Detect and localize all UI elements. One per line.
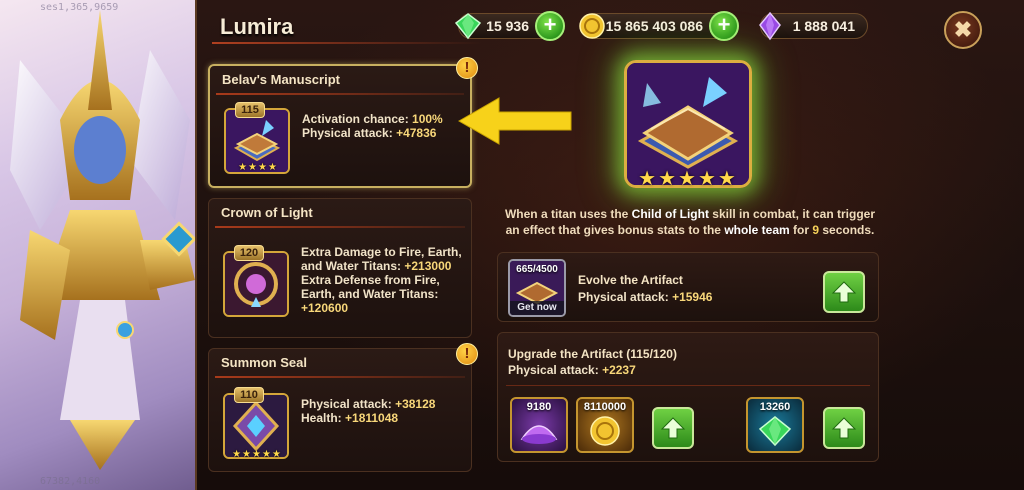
stat-value: +120600 [301, 301, 349, 315]
upgrade-stat: Physical attack: +2237 [508, 363, 636, 377]
stat-label: Physical attack: [508, 363, 603, 377]
artifact-card-crown-of-light[interactable]: Crown of Light 120 Extra Damage to Fire,… [208, 198, 472, 338]
artifact-stats: Physical attack: +38128 Health: +1811048 [301, 397, 435, 425]
add-emeralds-button[interactable]: + [535, 11, 565, 41]
artifact-stats: Extra Damage to Fire, Earth, and Water T… [301, 245, 462, 315]
stat-value: +2237 [602, 363, 636, 377]
purple-crystal-icon [759, 11, 781, 41]
hero-illustration [10, 10, 197, 470]
arrow-up-icon [831, 417, 857, 439]
artifact-title: Belav's Manuscript [222, 72, 340, 87]
artifact-card-belavs-manuscript[interactable]: Belav's Manuscript 115 ★★★★ Activation c… [208, 64, 472, 188]
evolve-section: 665/4500 Get now Evolve the Artifact Phy… [497, 252, 879, 322]
stat-value: +47836 [396, 126, 437, 140]
arrow-up-icon [831, 281, 857, 303]
stat-label: and Water Titans: [301, 259, 405, 273]
arrow-up-icon [660, 417, 686, 439]
hero-top-id: ses1,365,9659 [40, 2, 119, 13]
add-gold-button[interactable]: + [709, 11, 739, 41]
evolve-fragment-slot[interactable]: 665/4500 Get now [508, 259, 566, 317]
level-badge: 120 [234, 245, 264, 261]
upgrade-with-emeralds-button[interactable] [823, 407, 865, 449]
stat-label: Physical attack: [301, 397, 396, 411]
emerald-counter: 15 936 + [454, 11, 565, 41]
upgrade-alert-icon: ! [456, 57, 478, 79]
upgrade-section: Upgrade the Artifact (115/120) Physical … [497, 332, 879, 462]
star-rating: ★★★★★ [232, 449, 282, 460]
gold-resource[interactable]: 8110000 [576, 397, 634, 453]
stat-label: Health: [301, 411, 346, 425]
upgrade-divider [506, 385, 870, 386]
card-divider [216, 93, 464, 95]
close-icon: ✖ [953, 17, 973, 42]
stat-label: Activation chance: [302, 112, 413, 126]
stat-label: Physical attack: [302, 126, 397, 140]
stat-value: +15946 [672, 290, 713, 304]
emerald-resource[interactable]: 13260 [746, 397, 804, 453]
pointer-arrow-icon [457, 97, 572, 145]
get-now-link[interactable]: Get now [510, 301, 564, 315]
level-badge: 115 [235, 102, 265, 118]
star-rating: ★★★★ [238, 162, 278, 173]
upgrade-alert-icon: ! [456, 343, 478, 365]
selected-star-rating: ★★★★★ [638, 168, 738, 190]
emerald-icon [454, 13, 482, 40]
stat-label: Extra Defense from Fire, [301, 273, 440, 287]
desc-team: whole team [724, 223, 790, 237]
resource-count: 13260 [759, 401, 791, 413]
card-divider [215, 376, 465, 378]
stat-label: Physical attack: [578, 290, 673, 304]
stat-value: +1811048 [345, 411, 399, 425]
upgrade-title: Upgrade the Artifact (115/120) [508, 347, 677, 361]
skill-description: When a titan uses the Child of Light ski… [498, 206, 882, 238]
potion-resource[interactable]: 9180 [510, 397, 568, 453]
evolve-title: Evolve the Artifact [578, 273, 683, 287]
artifact-title: Crown of Light [221, 205, 313, 220]
card-divider [215, 226, 465, 228]
fragment-progress: 665/4500 [516, 264, 558, 275]
page-title: Lumira [220, 14, 294, 39]
desc-skill-name: Child of Light [631, 207, 709, 221]
close-button[interactable]: ✖ [944, 11, 982, 49]
resource-count: 9180 [526, 401, 552, 413]
desc-text: for [789, 223, 813, 237]
artifact-title: Summon Seal [221, 355, 307, 370]
upgrade-with-gold-button[interactable] [652, 407, 694, 449]
stat-label: Extra Damage to Fire, Earth, [301, 245, 462, 259]
stat-value: +213000 [404, 259, 452, 273]
desc-text: seconds. [819, 223, 875, 237]
gold-counter: 15 865 403 086 + [579, 11, 739, 41]
evolve-stat: Physical attack: +15946 [578, 290, 712, 304]
level-badge: 110 [234, 387, 264, 403]
resource-count: 8110000 [583, 401, 627, 413]
hero-bottom-id: 67382,4160 [40, 476, 101, 487]
stat-value: 100% [412, 112, 443, 126]
stat-value: +38128 [395, 397, 436, 411]
evolve-button[interactable] [823, 271, 865, 313]
stat-label: Earth, and Water Titans: [301, 287, 439, 301]
title-divider [212, 42, 482, 44]
gold-coin-icon [579, 13, 605, 39]
artifact-stats: Activation chance: 100% Physical attack:… [302, 112, 443, 140]
crystal-counter: 1 888 041 [759, 11, 868, 41]
hero-portrait: ses1,365,9659 67382,4160 [0, 0, 215, 490]
desc-text: When a titan uses the [504, 207, 632, 221]
artifact-card-summon-seal[interactable]: Summon Seal 110 ★★★★★ Physical attack: +… [208, 348, 472, 472]
